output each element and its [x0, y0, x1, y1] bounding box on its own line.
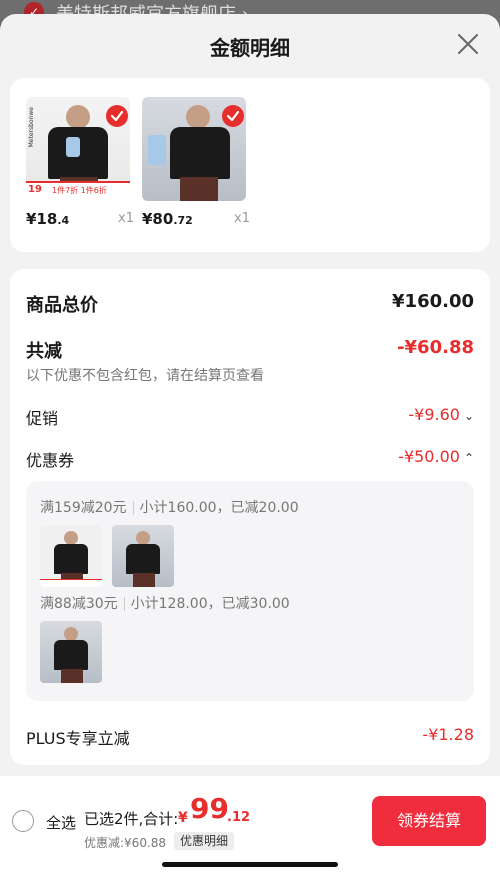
product-image	[142, 97, 246, 201]
coupon-row[interactable]: 优惠券 -¥50.00 ⌃	[26, 447, 474, 470]
select-all-label[interactable]: 全选	[46, 812, 76, 833]
sheet-header: 金额明细	[0, 14, 500, 76]
selected-check-icon[interactable]	[106, 105, 128, 127]
close-button[interactable]	[456, 32, 480, 56]
discount-text: 优惠减:¥60.88	[84, 836, 167, 850]
chevron-up-icon: ⌃	[463, 451, 474, 465]
coupon-rule-line: 满159减20元 小计160.00，已减20.00	[40, 500, 299, 516]
coupon-product-thumbnail	[112, 525, 174, 587]
total-amount-dec: .12	[227, 810, 251, 825]
product-price: ¥80.72	[142, 210, 193, 228]
product-qty: x1	[234, 211, 250, 226]
reduce-row: 共减 -¥60.88	[26, 337, 474, 362]
reduce-label: 共减	[26, 341, 62, 362]
price-breakdown-card: 商品总价 ¥160.00 共减 -¥60.88 以下优惠不包含红包，请在结算页查…	[10, 269, 490, 765]
coupon-label: 优惠券	[26, 451, 75, 470]
reduce-note: 以下优惠不包含红包，请在结算页查看	[26, 368, 264, 384]
plus-value: -¥1.28	[422, 725, 474, 744]
amount-detail-sheet: 金额明细 Metersbonwe 19 1件7折 1件6折 ¥18.4 x1 ¥…	[0, 14, 500, 880]
promo-value: -¥9.60 ⌄	[408, 405, 474, 424]
plus-row: PLUS专享立减 -¥1.28	[26, 725, 474, 748]
product-item[interactable]: Metersbonwe 19 1件7折 1件6折 ¥18.4 x1	[26, 97, 138, 229]
coupon-product-thumbnail	[40, 525, 102, 587]
selected-count-text: 已选2件,合计:	[84, 810, 179, 828]
coupon-rule-line: 满88减30元 小计128.00，已减30.00	[40, 596, 290, 612]
product-price: ¥18.4	[26, 210, 70, 228]
product-image: Metersbonwe 19 1件7折 1件6折	[26, 97, 130, 201]
reduce-note-row: 以下优惠不包含红包，请在结算页查看	[26, 365, 474, 385]
total-amount-int: 99	[190, 792, 229, 825]
coupon-detail-box: 满159减20元 小计160.00，已减20.00 满88减30元 小计128.00…	[26, 481, 474, 701]
promo-row[interactable]: 促销 -¥9.60 ⌄	[26, 405, 474, 428]
total-value: ¥160.00	[392, 291, 474, 312]
reduce-value: -¥60.88	[397, 337, 474, 358]
promo-label: 促销	[26, 409, 59, 428]
home-indicator	[162, 862, 338, 867]
selected-check-icon[interactable]	[222, 105, 244, 127]
product-qty: x1	[118, 211, 134, 226]
plus-label: PLUS专享立减	[26, 729, 130, 748]
sheet-title: 金额明细	[210, 36, 290, 60]
promo-strip: 19 1件7折 1件6折	[26, 181, 130, 201]
products-card: Metersbonwe 19 1件7折 1件6折 ¥18.4 x1 ¥80.72…	[10, 78, 490, 252]
bottom-checkout-bar: 全选 已选2件,合计: ¥ 99 .12 优惠减:¥60.88 优惠明细 领券结…	[0, 776, 500, 880]
checkout-button[interactable]: 领券结算	[372, 796, 486, 846]
total-label: 商品总价	[26, 295, 98, 316]
total-row: 商品总价 ¥160.00	[26, 291, 474, 316]
coupon-value: -¥50.00 ⌃	[398, 447, 474, 466]
total-currency: ¥	[178, 810, 188, 826]
product-item[interactable]: ¥80.72 x1	[142, 97, 254, 229]
select-all-radio[interactable]	[12, 810, 34, 832]
close-icon	[458, 34, 478, 54]
discount-detail-button[interactable]: 优惠明细	[174, 832, 235, 850]
coupon-product-thumbnail	[40, 621, 102, 683]
chevron-down-icon: ⌄	[463, 409, 474, 423]
